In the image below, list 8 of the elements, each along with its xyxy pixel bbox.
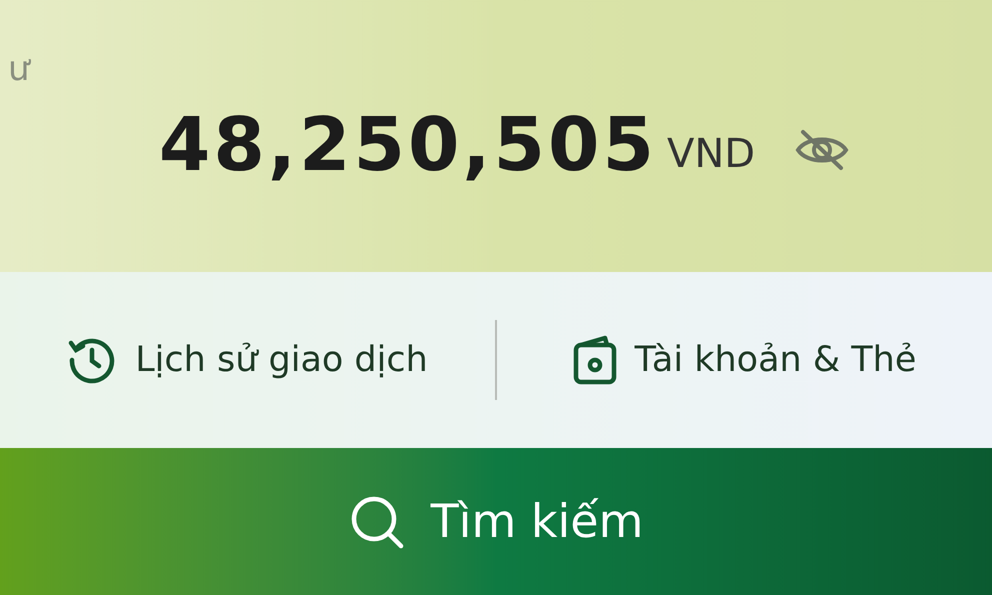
balance-label: ư	[8, 48, 30, 91]
action-link[interactable]: Lịch sử giao dịch	[67, 334, 428, 386]
currency-label: VND	[667, 134, 756, 174]
action-link[interactable]: Tài khoản & Thẻ	[572, 334, 916, 386]
eye-off-icon[interactable]	[795, 128, 850, 172]
balance-amount: 48,250,505	[158, 108, 658, 182]
wallet-icon	[572, 335, 617, 385]
search-button[interactable]: Tìm kiếm	[0, 448, 992, 595]
